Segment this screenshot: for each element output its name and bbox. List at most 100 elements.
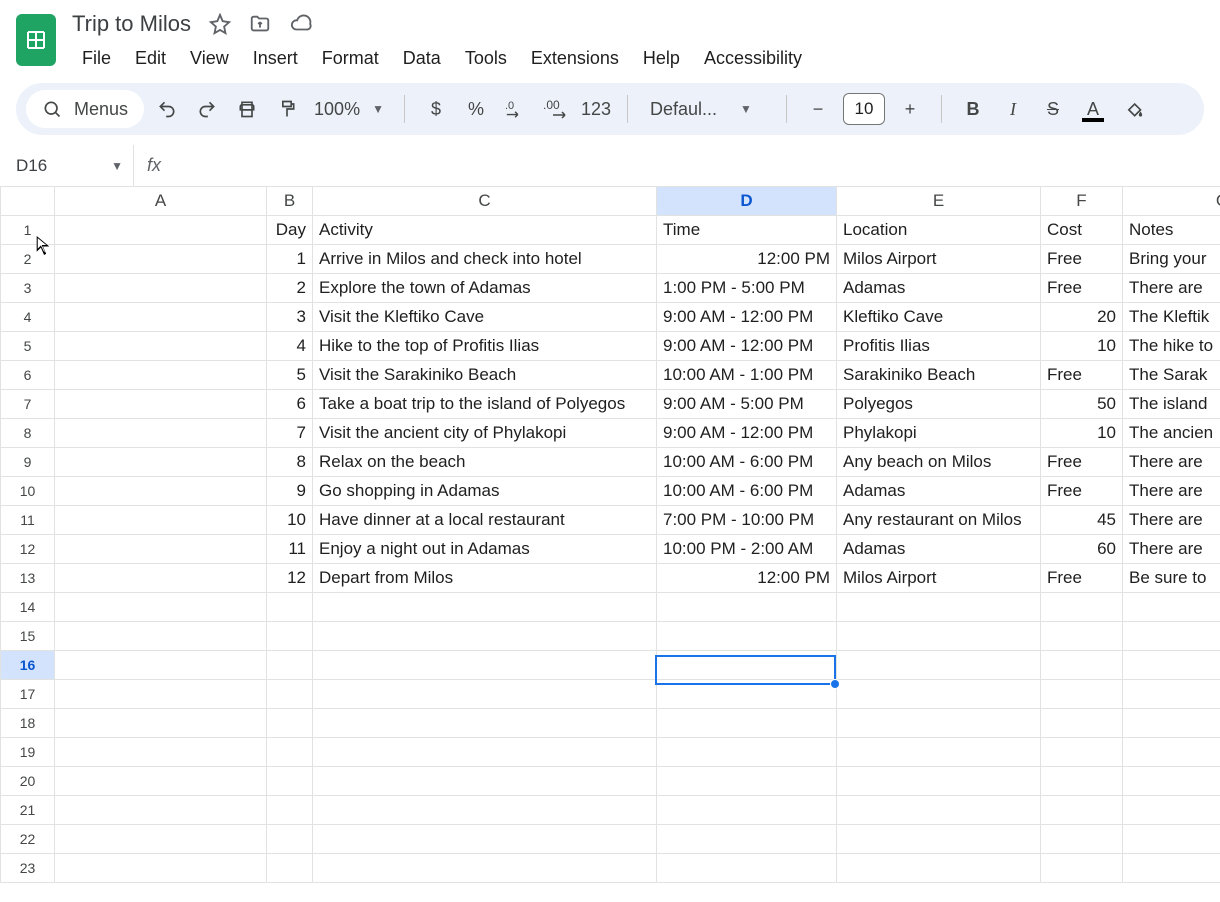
font-family-dropdown[interactable]: Defaul... ▼ <box>642 99 772 120</box>
cell-A7[interactable] <box>55 389 267 418</box>
cell-C3[interactable]: Explore the town of Adamas <box>313 273 657 302</box>
cell-E8[interactable]: Phylakopi <box>837 418 1041 447</box>
cell-G3[interactable]: There are <box>1123 273 1220 302</box>
menu-format[interactable]: Format <box>312 42 389 75</box>
cell-G22[interactable] <box>1123 824 1220 853</box>
cell-C5[interactable]: Hike to the top of Profitis Ilias <box>313 331 657 360</box>
row-header-2[interactable]: 2 <box>1 244 55 273</box>
cell-F1[interactable]: Cost <box>1041 215 1123 244</box>
cell-F22[interactable] <box>1041 824 1123 853</box>
cell-C10[interactable]: Go shopping in Adamas <box>313 476 657 505</box>
zoom-dropdown[interactable]: 100% ▼ <box>310 99 390 120</box>
cell-C23[interactable] <box>313 853 657 882</box>
cell-E9[interactable]: Any beach on Milos <box>837 447 1041 476</box>
decrease-font-size-button[interactable]: − <box>801 92 835 126</box>
row-header-15[interactable]: 15 <box>1 621 55 650</box>
cell-C13[interactable]: Depart from Milos <box>313 563 657 592</box>
menu-accessibility[interactable]: Accessibility <box>694 42 812 75</box>
cell-F9[interactable]: Free <box>1041 447 1123 476</box>
cell-B9[interactable]: 8 <box>267 447 313 476</box>
cell-D20[interactable] <box>657 766 837 795</box>
column-header-f[interactable]: F <box>1041 187 1123 215</box>
cell-D3[interactable]: 1:00 PM - 5:00 PM <box>657 273 837 302</box>
number-format-button[interactable]: 123 <box>579 92 613 126</box>
row-header-23[interactable]: 23 <box>1 853 55 882</box>
cell-D7[interactable]: 9:00 AM - 5:00 PM <box>657 389 837 418</box>
cell-D21[interactable] <box>657 795 837 824</box>
cell-C22[interactable] <box>313 824 657 853</box>
print-button[interactable] <box>230 92 264 126</box>
cell-B5[interactable]: 4 <box>267 331 313 360</box>
cell-F14[interactable] <box>1041 592 1123 621</box>
cell-C19[interactable] <box>313 737 657 766</box>
cell-A8[interactable] <box>55 418 267 447</box>
row-header-5[interactable]: 5 <box>1 331 55 360</box>
cell-F13[interactable]: Free <box>1041 563 1123 592</box>
cell-C12[interactable]: Enjoy a night out in Adamas <box>313 534 657 563</box>
cell-F20[interactable] <box>1041 766 1123 795</box>
decrease-decimal-button[interactable]: .0 <box>499 92 533 126</box>
cell-D4[interactable]: 9:00 AM - 12:00 PM <box>657 302 837 331</box>
row-header-11[interactable]: 11 <box>1 505 55 534</box>
fill-color-button[interactable] <box>1116 92 1150 126</box>
column-header-a[interactable]: A <box>55 187 267 215</box>
cell-D8[interactable]: 9:00 AM - 12:00 PM <box>657 418 837 447</box>
row-header-1[interactable]: 1 <box>1 215 55 244</box>
cell-B13[interactable]: 12 <box>267 563 313 592</box>
row-header-9[interactable]: 9 <box>1 447 55 476</box>
cell-G7[interactable]: The island <box>1123 389 1220 418</box>
cell-G20[interactable] <box>1123 766 1220 795</box>
cell-C1[interactable]: Activity <box>313 215 657 244</box>
row-header-19[interactable]: 19 <box>1 737 55 766</box>
row-header-14[interactable]: 14 <box>1 592 55 621</box>
cell-F4[interactable]: 20 <box>1041 302 1123 331</box>
cell-B10[interactable]: 9 <box>267 476 313 505</box>
text-color-button[interactable]: A <box>1076 92 1110 126</box>
cell-F19[interactable] <box>1041 737 1123 766</box>
menu-edit[interactable]: Edit <box>125 42 176 75</box>
cell-E4[interactable]: Kleftiko Cave <box>837 302 1041 331</box>
cell-G5[interactable]: The hike to <box>1123 331 1220 360</box>
row-header-16[interactable]: 16 <box>1 650 55 679</box>
cell-F15[interactable] <box>1041 621 1123 650</box>
increase-decimal-button[interactable]: .00 <box>539 92 573 126</box>
formula-input[interactable] <box>174 145 1220 186</box>
cell-E23[interactable] <box>837 853 1041 882</box>
font-size-input[interactable]: 10 <box>843 93 885 125</box>
row-header-17[interactable]: 17 <box>1 679 55 708</box>
cell-B16[interactable] <box>267 650 313 679</box>
cell-B23[interactable] <box>267 853 313 882</box>
cell-D11[interactable]: 7:00 PM - 10:00 PM <box>657 505 837 534</box>
cell-D1[interactable]: Time <box>657 215 837 244</box>
cell-A22[interactable] <box>55 824 267 853</box>
cell-E10[interactable]: Adamas <box>837 476 1041 505</box>
cell-C7[interactable]: Take a boat trip to the island of Polyeg… <box>313 389 657 418</box>
row-header-10[interactable]: 10 <box>1 476 55 505</box>
cell-E22[interactable] <box>837 824 1041 853</box>
cell-B12[interactable]: 11 <box>267 534 313 563</box>
cell-A4[interactable] <box>55 302 267 331</box>
cell-C2[interactable]: Arrive in Milos and check into hotel <box>313 244 657 273</box>
cell-B6[interactable]: 5 <box>267 360 313 389</box>
move-icon[interactable] <box>249 13 271 35</box>
cell-C17[interactable] <box>313 679 657 708</box>
cloud-status-icon[interactable] <box>289 13 313 35</box>
cell-E3[interactable]: Adamas <box>837 273 1041 302</box>
cell-A16[interactable] <box>55 650 267 679</box>
cell-B20[interactable] <box>267 766 313 795</box>
cell-E21[interactable] <box>837 795 1041 824</box>
cell-E6[interactable]: Sarakiniko Beach <box>837 360 1041 389</box>
cell-A20[interactable] <box>55 766 267 795</box>
cell-B2[interactable]: 1 <box>267 244 313 273</box>
cell-E18[interactable] <box>837 708 1041 737</box>
cell-E15[interactable] <box>837 621 1041 650</box>
cell-D19[interactable] <box>657 737 837 766</box>
cell-B22[interactable] <box>267 824 313 853</box>
cell-D6[interactable]: 10:00 AM - 1:00 PM <box>657 360 837 389</box>
row-header-18[interactable]: 18 <box>1 708 55 737</box>
column-header-e[interactable]: E <box>837 187 1041 215</box>
cell-F18[interactable] <box>1041 708 1123 737</box>
cell-A15[interactable] <box>55 621 267 650</box>
cell-A19[interactable] <box>55 737 267 766</box>
cell-D14[interactable] <box>657 592 837 621</box>
